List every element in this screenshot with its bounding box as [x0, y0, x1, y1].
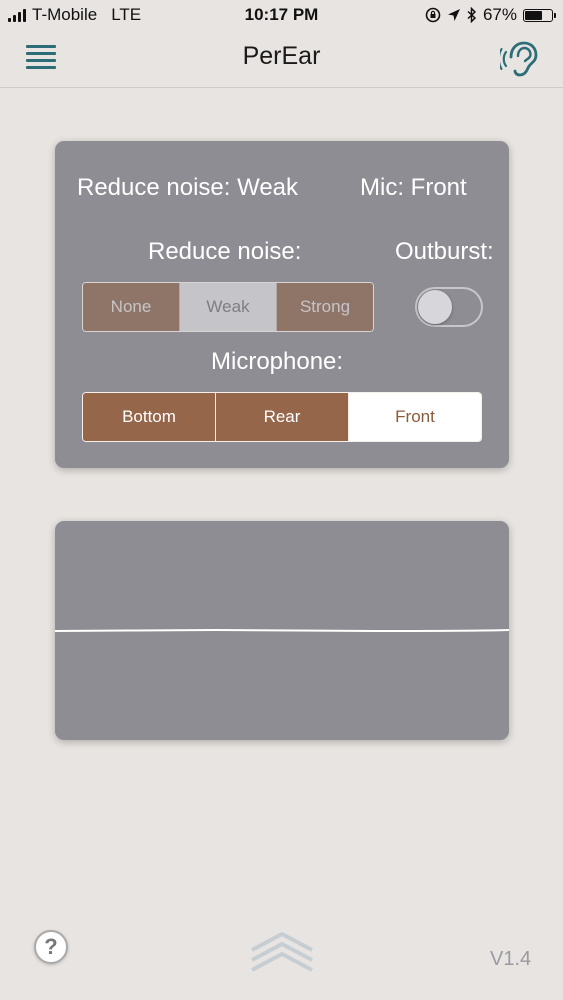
battery-percent: 67% [482, 5, 517, 24]
waveform-graph [55, 628, 509, 632]
mic-option-bottom[interactable]: Bottom [83, 393, 215, 441]
microphone-segmented-control: Bottom Rear Front [82, 392, 482, 442]
ear-icon[interactable] [500, 38, 538, 78]
waveform-panel [55, 521, 509, 740]
status-right: 67% [425, 5, 556, 25]
settings-panel: Reduce noise: Weak Mic: Front Reduce noi… [55, 141, 509, 468]
toggle-knob [418, 290, 452, 324]
mic-summary: Mic: Front [360, 174, 467, 201]
noise-option-strong[interactable]: Strong [276, 283, 373, 331]
reduce-noise-segmented-control: None Weak Strong [82, 282, 374, 332]
help-button[interactable]: ? [34, 930, 68, 964]
battery-fill [525, 10, 543, 20]
nav-bar: PerEar [0, 30, 563, 88]
page-title: PerEar [242, 42, 321, 70]
noise-option-none[interactable]: None [83, 283, 179, 331]
microphone-label: Microphone: [211, 348, 344, 375]
status-bar: T-Mobile LTE 10:17 PM 67% [0, 0, 563, 30]
noise-summary: Reduce noise: Weak [77, 174, 299, 201]
version-label: V1.4 [490, 948, 532, 970]
outburst-label: Outburst: [395, 238, 494, 265]
battery-icon [523, 8, 556, 22]
mic-option-rear[interactable]: Rear [215, 393, 348, 441]
reduce-noise-label: Reduce noise: [148, 238, 302, 265]
location-icon [447, 9, 460, 21]
screen-lock-icon [425, 7, 441, 23]
outburst-toggle[interactable] [415, 287, 483, 327]
noise-option-weak[interactable]: Weak [179, 283, 276, 331]
chevron-up-icon[interactable] [249, 928, 315, 976]
bluetooth-icon [467, 7, 477, 23]
mic-option-front[interactable]: Front [348, 393, 481, 441]
waveform-line [55, 628, 509, 632]
